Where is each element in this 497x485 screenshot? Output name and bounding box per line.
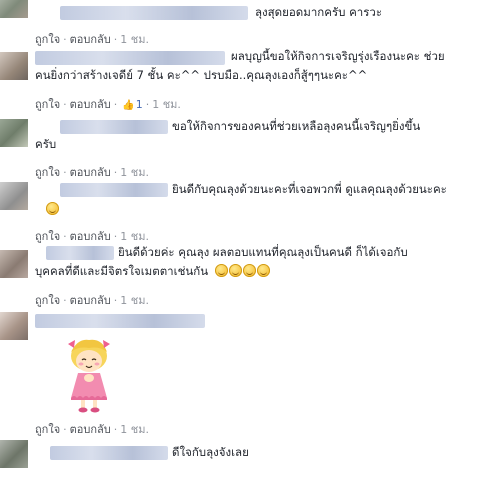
avatar[interactable] [0, 0, 28, 18]
avatar[interactable] [0, 250, 28, 278]
comment-text: ผลบุญนี้ขอให้กิจการเจริญรุ่งเรืองนะคะ ช่… [231, 49, 445, 63]
commenter-name[interactable] [60, 6, 248, 20]
reply-link[interactable]: ตอบกลับ [70, 98, 111, 111]
reply-link[interactable]: ตอบกลับ [70, 166, 111, 179]
avatar[interactable] [0, 52, 28, 80]
comment-text: ยินดีกับคุณลุงด้วยนะคะที่เจอพวกพี่ ดูแลค… [172, 182, 447, 196]
timestamp[interactable]: 1 ชม. [120, 294, 149, 307]
smile-emoji-icon [214, 264, 228, 277]
smile-emoji-icon [242, 264, 256, 277]
like-count[interactable]: 1 [136, 98, 143, 111]
smile-emoji-icon [256, 264, 270, 277]
commenter-name[interactable] [60, 120, 168, 134]
commenter-name[interactable] [50, 446, 168, 460]
commenter-name[interactable] [60, 183, 168, 197]
smile-emoji-icon [228, 264, 242, 277]
comment-text-line-2: บุคคลที่ดีและมีจิตรใจเมตตาเช่นกัน [35, 263, 271, 280]
comment-emoji-line [46, 201, 60, 218]
comment-text: ยินดีด้วยค่ะ คุณลุง ผลตอบแทนที่คุณลุงเป็… [118, 245, 408, 259]
comment-text-line-2-text: บุคคลที่ดีและมีจิตรใจเมตตาเช่นกัน [35, 264, 209, 278]
comment-actions: ถูกใจ · ตอบกลับ · 1 ชม. [35, 423, 149, 436]
timestamp[interactable]: 1 ชม. [120, 423, 149, 436]
like-link[interactable]: ถูกใจ [35, 33, 60, 46]
timestamp[interactable]: 1 ชม. [120, 230, 149, 243]
like-link[interactable]: ถูกใจ [35, 294, 60, 307]
avatar[interactable] [0, 440, 28, 468]
commenter-name[interactable] [35, 314, 205, 328]
avatar[interactable] [0, 312, 28, 340]
comment-actions: ถูกใจ · ตอบกลับ · 1 ชม. [35, 294, 149, 307]
reply-link[interactable]: ตอบกลับ [70, 33, 111, 46]
comment-text: ดีใจกับลุงจังเลย [172, 445, 249, 459]
comment-actions: ถูกใจ · ตอบกลับ · 👍1 · 1 ชม. [35, 98, 181, 111]
comment-actions: ถูกใจ · ตอบกลับ · 1 ชม. [35, 33, 149, 46]
avatar[interactable] [0, 182, 28, 210]
thumbs-up-icon[interactable]: 👍 [122, 100, 134, 111]
reply-link[interactable]: ตอบกลับ [70, 230, 111, 243]
avatar[interactable] [0, 119, 28, 147]
timestamp[interactable]: 1 ชม. [120, 166, 149, 179]
sally-sticker[interactable] [58, 336, 120, 414]
comment-text-line-2: คนยิ่งกว่าสร้างเจดีย์ 7 ชั้น คะ^^ ปรบมือ… [35, 68, 368, 82]
timestamp[interactable]: 1 ชม. [152, 98, 181, 111]
timestamp[interactable]: 1 ชม. [120, 33, 149, 46]
reply-link[interactable]: ตอบกลับ [70, 294, 111, 307]
comment-text-line-2: ครับ [35, 137, 57, 151]
like-link[interactable]: ถูกใจ [35, 98, 60, 111]
like-link[interactable]: ถูกใจ [35, 423, 60, 436]
smile-emoji-icon [46, 202, 59, 215]
comment-actions: ถูกใจ · ตอบกลับ · 1 ชม. [35, 230, 149, 243]
comment-actions: ถูกใจ · ตอบกลับ · 1 ชม. [35, 166, 149, 179]
like-link[interactable]: ถูกใจ [35, 166, 60, 179]
reply-link[interactable]: ตอบกลับ [70, 423, 111, 436]
comment-text: ลุงสุดยอดมากครับ คารวะ [255, 5, 383, 19]
commenter-name[interactable] [35, 51, 225, 65]
commenter-name[interactable] [46, 246, 114, 260]
comment-text: ขอให้กิจการของคนที่ช่วยเหลือลุงคนนี้เจริ… [172, 119, 421, 133]
like-link[interactable]: ถูกใจ [35, 230, 60, 243]
